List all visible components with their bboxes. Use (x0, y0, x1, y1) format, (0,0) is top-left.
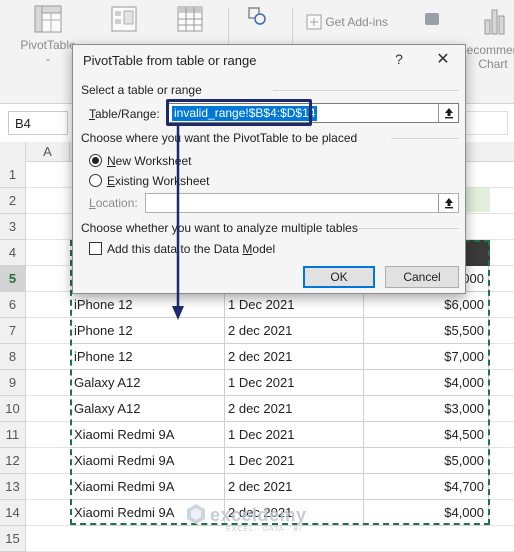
annotation-arrow (172, 126, 184, 320)
